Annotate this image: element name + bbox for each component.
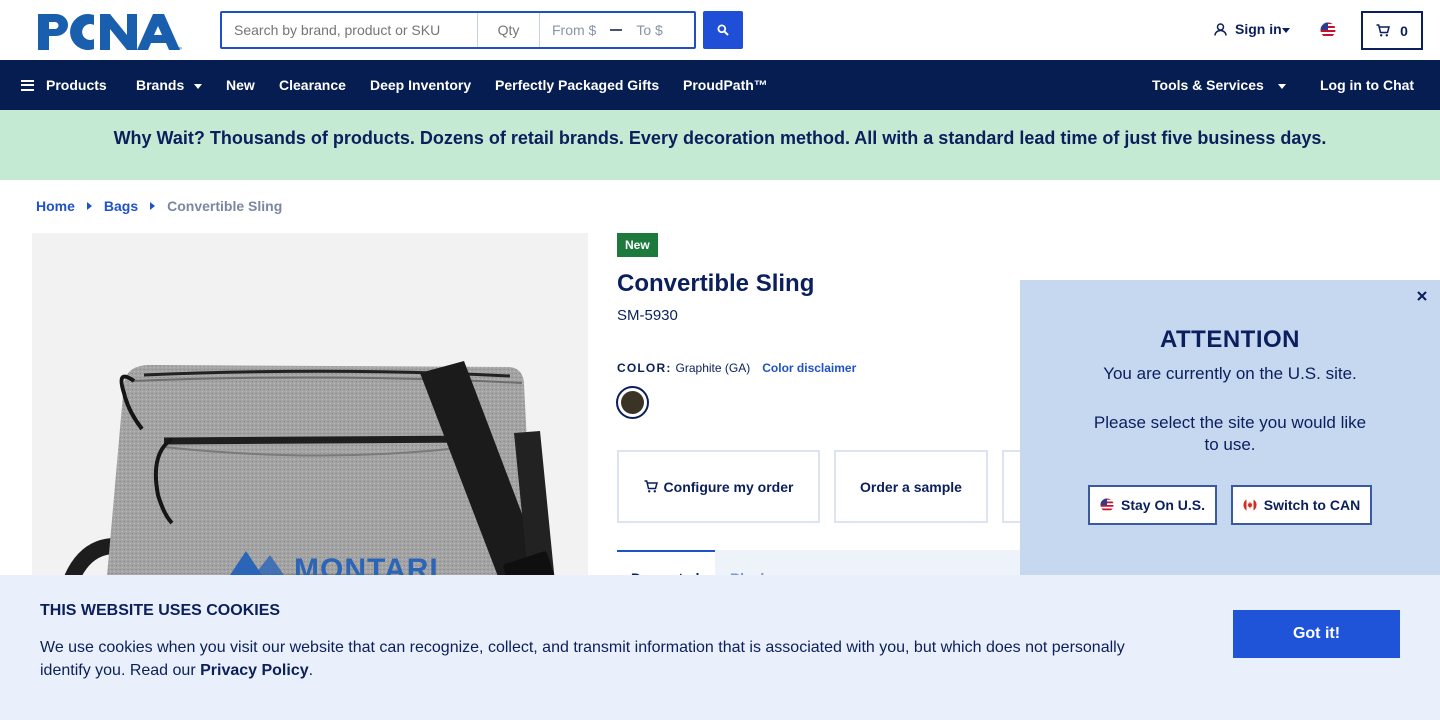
privacy-policy-link[interactable]: Privacy Policy: [200, 662, 309, 679]
modal-message: You are currently on the U.S. site.: [1103, 364, 1357, 383]
nav-log-in-to-chat[interactable]: Log in to Chat: [1320, 77, 1414, 93]
chevron-right-icon: [150, 202, 156, 210]
stay-us-label: Stay On U.S.: [1120, 497, 1206, 513]
nav-label: Clearance: [279, 77, 346, 93]
modal-title: ATTENTION: [1159, 326, 1301, 353]
product-title: Convertible Sling: [617, 270, 815, 297]
pcna-logo[interactable]: ™: [36, 12, 184, 53]
breadcrumb-home[interactable]: Home: [36, 198, 75, 214]
configure-order-label: Configure my order: [663, 478, 794, 495]
cookie-message: We use cookies when you visit our websit…: [40, 636, 1150, 682]
color-swatch-graphite[interactable]: [616, 386, 649, 419]
chevron-right-icon: [86, 202, 92, 210]
stay-us-button[interactable]: Stay On U.S.: [1088, 485, 1217, 525]
qty-input[interactable]: [478, 13, 540, 47]
color-value: Graphite (GA): [675, 361, 751, 375]
nav-perfectly-packaged-gifts[interactable]: Perfectly Packaged Gifts: [495, 77, 659, 93]
swatch-fill: [621, 391, 644, 414]
price-from-input[interactable]: From $: [552, 22, 596, 38]
user-icon: [1214, 22, 1227, 36]
site-header: ™ From $ To $ Sign in: [0, 0, 1440, 60]
nav-label: Log in to Chat: [1320, 77, 1415, 93]
cookie-body-end: .: [308, 662, 314, 679]
nav-products[interactable]: Products: [21, 77, 107, 93]
search-input[interactable]: [222, 13, 478, 47]
cookie-title: THIS WEBSITE USES COOKIES: [40, 602, 281, 619]
nav-label: New: [226, 77, 255, 93]
switch-can-button[interactable]: Switch to CAN: [1231, 485, 1372, 525]
sign-in-button[interactable]: Sign in: [1214, 21, 1290, 37]
cart-icon: [1376, 24, 1391, 37]
promo-banner: Why Wait? Thousands of products. Dozens …: [0, 110, 1440, 180]
search-icon: [717, 24, 729, 36]
breadcrumb: Home Bags Convertible Sling: [36, 198, 282, 214]
configure-order-button[interactable]: Configure my order: [617, 450, 820, 523]
chevron-down-icon: [1277, 83, 1286, 89]
nav-label: Deep Inventory: [370, 77, 472, 93]
product-image[interactable]: MONTARI: [32, 233, 588, 633]
nav-label: Tools & Services: [1152, 77, 1264, 93]
nav-brands[interactable]: Brands: [136, 77, 203, 93]
chevron-down-icon: [194, 83, 203, 89]
site-selector-modal: ATTENTION You are currently on the U.S. …: [1020, 280, 1440, 580]
search-button[interactable]: [703, 11, 743, 49]
cookie-banner: THIS WEBSITE USES COOKIES We use cookies…: [0, 575, 1440, 720]
color-label: COLOR:: [617, 361, 672, 375]
breadcrumb-bags[interactable]: Bags: [104, 198, 138, 214]
product-sku: SM-5930: [617, 307, 678, 324]
cart-icon: [644, 480, 658, 493]
close-icon[interactable]: [1415, 289, 1429, 303]
svg-text:™: ™: [176, 46, 182, 52]
breadcrumb-current: Convertible Sling: [167, 198, 283, 214]
switch-can-label: Switch to CAN: [1263, 497, 1361, 513]
price-range: From $ To $: [540, 13, 694, 47]
price-to-input[interactable]: To $: [636, 22, 662, 38]
color-row: COLOR: Graphite (GA) Color disclaimer: [617, 361, 856, 375]
main-nav: Products Brands New Clearance Deep Inven…: [0, 60, 1440, 110]
order-sample-label: Order a sample: [860, 478, 962, 495]
nav-label: Brands: [136, 77, 185, 93]
nav-tools-services[interactable]: Tools & Services: [1152, 77, 1286, 93]
cart-button[interactable]: 0: [1361, 11, 1423, 50]
nav-proudpath[interactable]: ProudPath™: [683, 77, 768, 93]
cart-count: 0: [1400, 22, 1408, 39]
nav-label: Perfectly Packaged Gifts: [495, 77, 660, 93]
nav-clearance[interactable]: Clearance: [279, 77, 346, 93]
promo-text: Why Wait? Thousands of products. Dozens …: [113, 127, 1327, 148]
modal-prompt: Please select the site you would like to…: [1093, 413, 1367, 454]
nav-label: ProudPath™: [683, 77, 768, 93]
order-sample-button[interactable]: Order a sample: [834, 450, 988, 523]
canada-flag-icon: [1243, 498, 1257, 512]
menu-icon: [21, 79, 34, 91]
us-flag-icon: [1100, 498, 1114, 512]
color-disclaimer-link[interactable]: Color disclaimer: [762, 361, 856, 375]
search-bar: From $ To $: [220, 11, 696, 49]
action-button-partial[interactable]: [1002, 450, 1020, 523]
cookie-accept-button[interactable]: Got it!: [1233, 610, 1400, 658]
us-flag-icon[interactable]: [1320, 22, 1336, 38]
range-dash: [610, 29, 623, 31]
chevron-down-icon: [1281, 27, 1290, 33]
nav-deep-inventory[interactable]: Deep Inventory: [370, 77, 471, 93]
sign-in-label: Sign in: [1235, 21, 1282, 37]
new-badge: New: [617, 233, 658, 257]
nav-label: Products: [46, 77, 107, 93]
nav-new[interactable]: New: [226, 77, 255, 93]
